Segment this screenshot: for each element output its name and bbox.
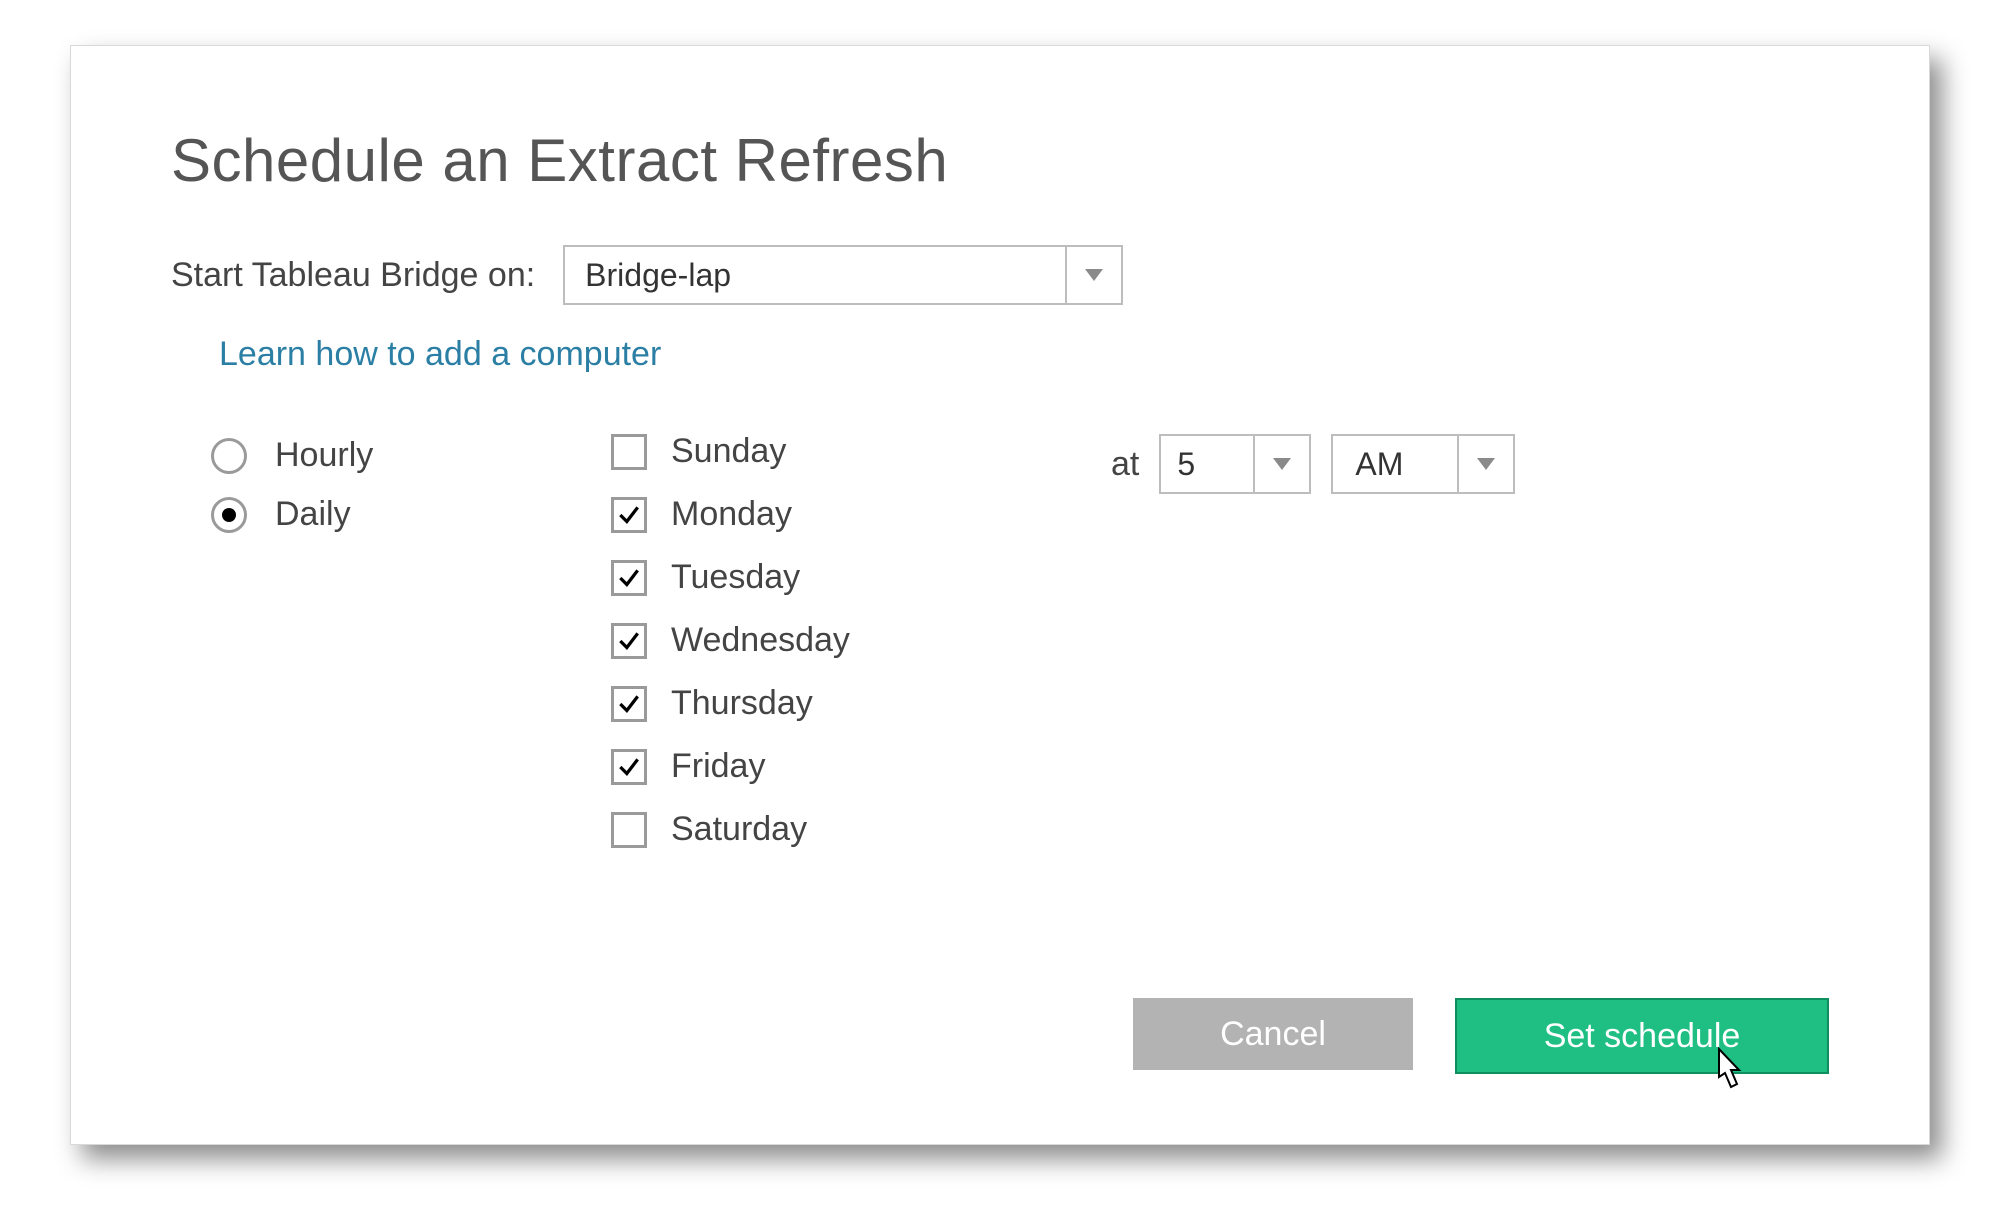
bridge-select-caret[interactable] <box>1065 247 1121 303</box>
day-row-saturday[interactable]: Saturday <box>611 810 1091 849</box>
time-column: at 5 AM <box>1111 432 1515 494</box>
day-label: Sunday <box>671 432 786 471</box>
caret-down-icon <box>1273 458 1291 470</box>
dialog-title: Schedule an Extract Refresh <box>171 126 1829 195</box>
checkbox-icon <box>611 686 647 722</box>
checkbox-icon <box>611 560 647 596</box>
caret-down-icon <box>1477 458 1495 470</box>
day-label: Monday <box>671 495 792 534</box>
hour-select[interactable]: 5 <box>1159 434 1311 494</box>
day-label: Tuesday <box>671 558 800 597</box>
body: Hourly Daily Sunday Monday <box>171 432 1829 873</box>
day-label: Friday <box>671 747 765 786</box>
caret-down-icon <box>1085 269 1103 281</box>
frequency-option-daily[interactable]: Daily <box>211 495 611 534</box>
start-row: Start Tableau Bridge on: Bridge-lap <box>171 245 1829 305</box>
day-label: Thursday <box>671 684 813 723</box>
bridge-select[interactable]: Bridge-lap <box>563 245 1123 305</box>
set-schedule-button[interactable]: Set schedule <box>1455 998 1829 1074</box>
schedule-dialog: Schedule an Extract Refresh Start Tablea… <box>70 45 1930 1145</box>
frequency-column: Hourly Daily <box>171 432 611 554</box>
bridge-select-value: Bridge-lap <box>565 247 1065 303</box>
checkbox-icon <box>611 623 647 659</box>
checkbox-icon <box>611 434 647 470</box>
frequency-option-hourly[interactable]: Hourly <box>211 436 611 475</box>
day-row-wednesday[interactable]: Wednesday <box>611 621 1091 660</box>
checkbox-icon <box>611 497 647 533</box>
day-label: Wednesday <box>671 621 850 660</box>
ampm-select-caret[interactable] <box>1457 436 1513 492</box>
checkbox-icon <box>611 812 647 848</box>
frequency-label: Daily <box>275 495 351 534</box>
ampm-select[interactable]: AM <box>1331 434 1515 494</box>
checkbox-icon <box>611 749 647 785</box>
day-row-sunday[interactable]: Sunday <box>611 432 1091 471</box>
day-row-friday[interactable]: Friday <box>611 747 1091 786</box>
hour-select-caret[interactable] <box>1253 436 1309 492</box>
frequency-label: Hourly <box>275 436 373 475</box>
ampm-select-value: AM <box>1333 436 1457 492</box>
day-label: Saturday <box>671 810 807 849</box>
at-label: at <box>1111 445 1139 484</box>
learn-link[interactable]: Learn how to add a computer <box>219 335 1829 374</box>
radio-icon <box>211 438 247 474</box>
day-row-monday[interactable]: Monday <box>611 495 1091 534</box>
day-row-thursday[interactable]: Thursday <box>611 684 1091 723</box>
days-column: Sunday Monday Tuesday Wednesday <box>611 432 1091 873</box>
start-label: Start Tableau Bridge on: <box>171 256 535 295</box>
day-row-tuesday[interactable]: Tuesday <box>611 558 1091 597</box>
footer: Cancel Set schedule <box>1133 998 1829 1074</box>
hour-select-value: 5 <box>1161 436 1253 492</box>
radio-icon <box>211 497 247 533</box>
cancel-button[interactable]: Cancel <box>1133 998 1413 1070</box>
